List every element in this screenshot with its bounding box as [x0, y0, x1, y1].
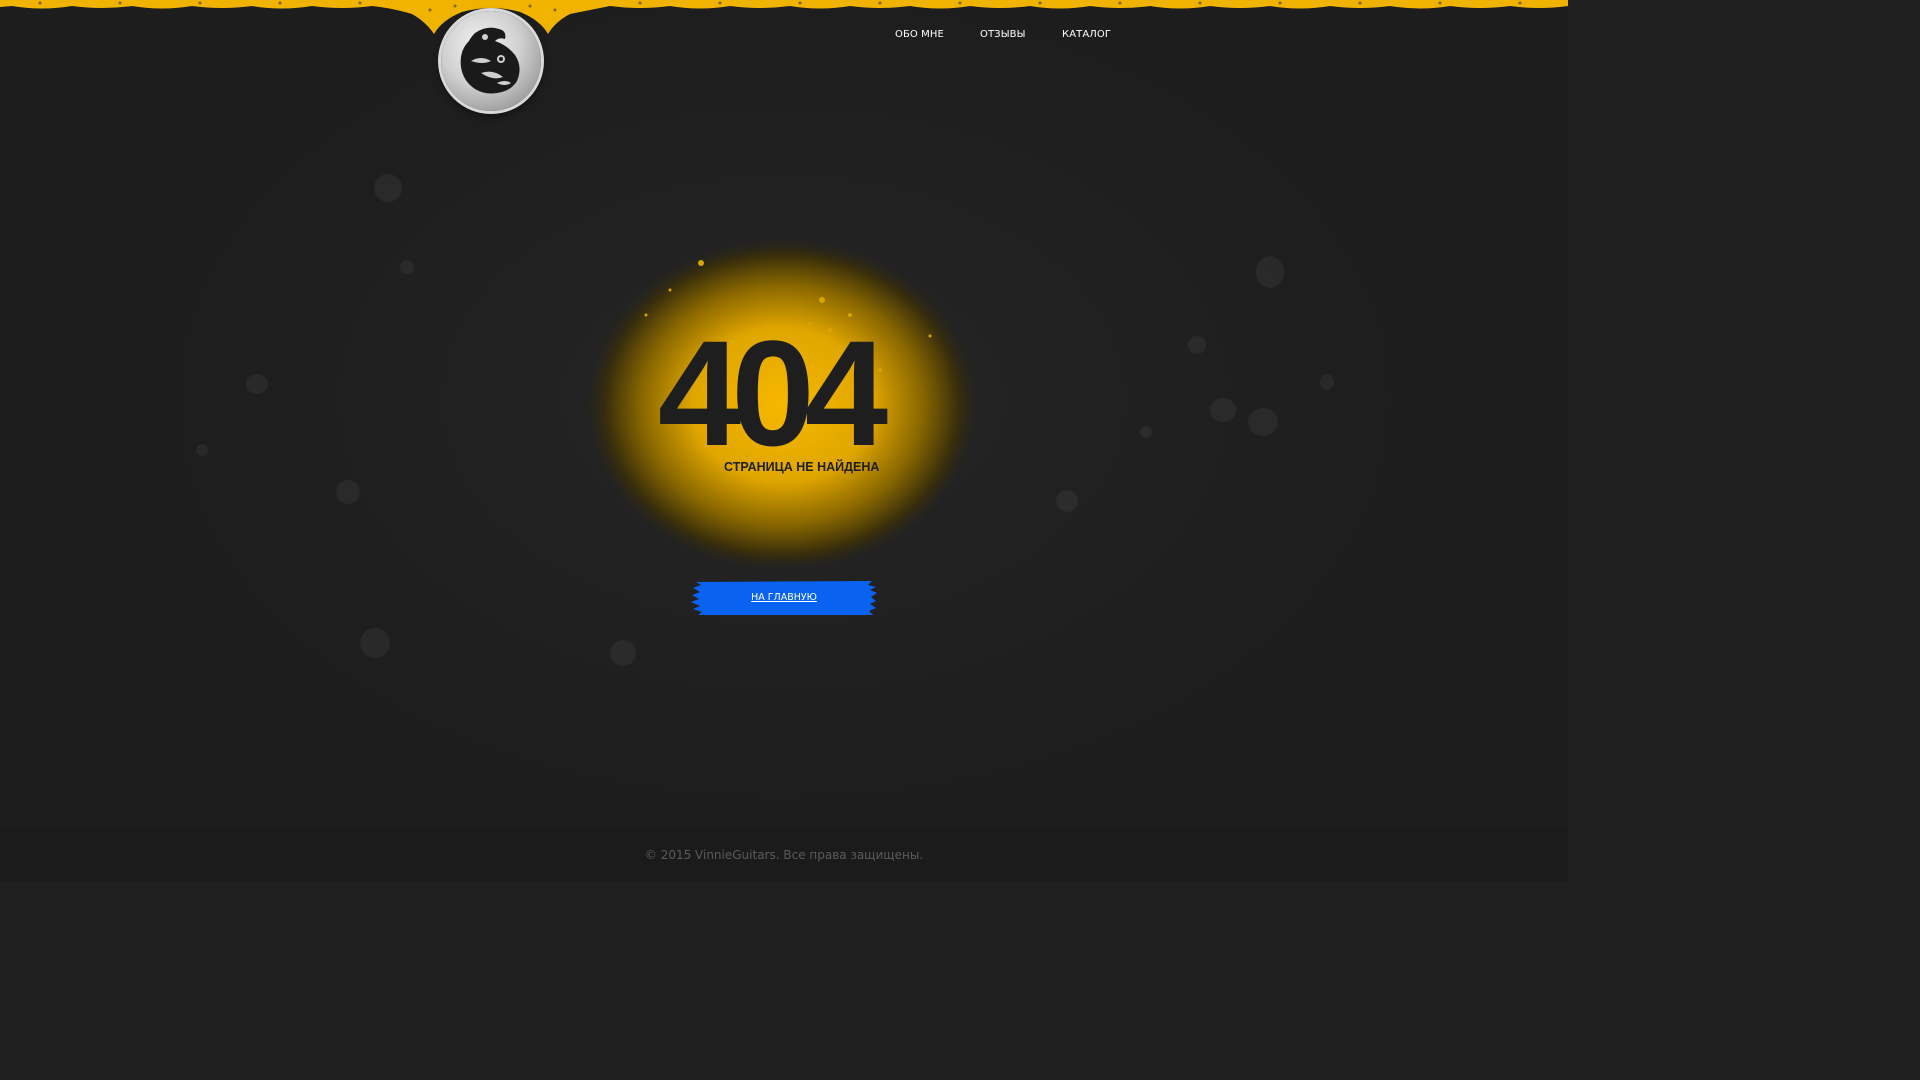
bokeh-dot	[400, 260, 414, 274]
footer: © 2015 VinnieGuitars. Все права защищены…	[0, 828, 1568, 882]
nav-item-reviews[interactable]: ОТЗЫВЫ	[980, 29, 1026, 40]
bokeh-dot	[246, 374, 268, 394]
bokeh-dot	[336, 480, 360, 504]
bokeh-dot	[1248, 408, 1278, 436]
bokeh-dot	[1320, 374, 1334, 390]
page: ОБО МНЕ ОТЗЫВЫ КАТАЛОГ 404 СТРАНИЦА НЕ Н…	[0, 0, 1568, 882]
bokeh-dot	[610, 640, 636, 666]
home-button[interactable]: НА ГЛАВНУЮ	[690, 580, 878, 616]
bokeh-dot	[196, 444, 208, 456]
bokeh-dot	[1188, 336, 1206, 354]
bokeh-dot	[1210, 398, 1236, 422]
bokeh-dot	[374, 174, 402, 202]
home-button-label: НА ГЛАВНУЮ	[751, 592, 817, 603]
nav-item-catalog[interactable]: КАТАЛОГ	[1062, 29, 1111, 40]
main-nav: ОБО МНЕ ОТЗЫВЫ КАТАЛОГ	[0, 29, 1568, 45]
bokeh-dot	[1256, 256, 1284, 288]
bokeh-dot	[1056, 490, 1078, 512]
nav-item-about[interactable]: ОБО МНЕ	[895, 29, 944, 40]
raven-emblem-icon	[460, 27, 520, 94]
error-code: 404	[657, 309, 888, 477]
footer-copyright: © 2015 VinnieGuitars. Все права защищены…	[644, 848, 924, 862]
bokeh-dot	[1140, 426, 1152, 438]
site-logo[interactable]	[441, 11, 541, 111]
error-message: СТРАНИЦА НЕ НАЙДЕНА	[724, 460, 880, 474]
bokeh-dot	[360, 628, 390, 658]
